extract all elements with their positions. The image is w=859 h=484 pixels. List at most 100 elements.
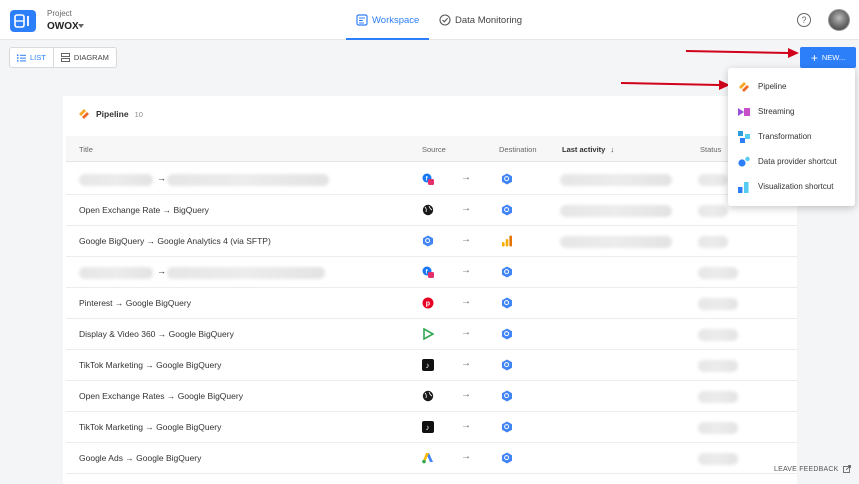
pipeline-title: Google BigQuery → Google Analytics 4 (vi… [79,236,271,246]
view-toggle: LIST DIAGRAM [9,47,117,68]
top-bar: Project OWOX Workspace Data Monitoring ? [0,0,859,40]
bigquery-icon [502,297,512,309]
pipeline-title: Open Exchange Rates → Google BigQuery [79,391,243,401]
arrow-right-icon: → [461,327,471,338]
bigquery-icon [502,328,512,340]
facebook-instagram-icon: f [422,266,434,278]
menu-item-data-provider-shortcut[interactable]: Data provider shortcut [728,149,855,174]
table-row[interactable]: Google BigQuery → Google Analytics 4 (vi… [66,226,797,257]
redacted-text [698,422,738,434]
menu-item-label: Pipeline [758,82,787,91]
bigquery-icon [502,204,512,216]
sort-down-icon: ↓ [610,145,615,154]
menu-item-label: Streaming [758,107,795,116]
table-row[interactable]: → f → [66,257,797,288]
google-ads-icon [422,453,433,464]
help-icon[interactable]: ? [797,13,811,27]
google-analytics-icon [502,235,512,247]
table-row[interactable]: TikTok Marketing → Google BigQuery ♪ → [66,350,797,381]
redacted-text [167,174,329,186]
column-source[interactable]: Source [422,145,446,154]
pipeline-title: Open Exchange Rate → BigQuery [79,205,209,215]
new-button[interactable]: + NEW... [800,47,856,68]
column-last-activity[interactable]: Last activity ↓ [562,145,614,154]
globe-icon [422,204,434,216]
arrow-right-icon: → [461,451,471,462]
new-button-label: NEW... [821,53,846,62]
tab-data-monitoring-label: Data Monitoring [455,14,523,26]
svg-text:♪: ♪ [426,423,430,432]
table-row[interactable]: Google Ads → Google BigQuery → [66,443,797,474]
pipeline-title: Display & Video 360 → Google BigQuery [79,329,234,339]
tab-data-monitoring[interactable]: Data Monitoring [439,0,522,40]
tab-workspace-label: Workspace [372,14,420,26]
card-header: Pipeline 10 [78,108,143,120]
bigquery-icon [502,452,512,464]
bigquery-icon [423,235,433,247]
pipeline-icon [79,109,89,119]
project-label: Project [47,9,72,18]
arrow-right-icon: → [461,389,471,400]
arrow-right-icon: → [461,172,471,183]
bigquery-icon [502,359,512,371]
new-item-dropdown: Pipeline Streaming Transformation Data p… [728,68,855,206]
arrow-right-icon: → [461,265,471,276]
redacted-text [560,174,672,186]
workspace-icon [356,14,368,26]
tiktok-icon: ♪ [422,359,434,371]
title-arrow: → [157,173,166,183]
table-row[interactable]: Open Exchange Rate → BigQuery → [66,195,797,226]
redacted-text [698,298,738,310]
table-row[interactable]: TikTok Marketing → Google BigQuery ♪ → [66,412,797,443]
redacted-text [698,267,738,279]
arrow-right-icon: → [461,358,471,369]
redacted-text [79,174,153,186]
pipeline-title: Pinterest → Google BigQuery [79,298,191,308]
menu-item-pipeline[interactable]: Pipeline [728,74,855,99]
external-link-icon [842,465,851,473]
pipeline-icon [739,81,749,92]
leave-feedback-link[interactable]: LEAVE FEEDBACK [774,465,851,473]
menu-item-streaming[interactable]: Streaming [728,99,855,124]
column-status[interactable]: Status [700,145,721,154]
redacted-text [698,453,738,465]
diagram-icon [60,53,70,62]
card-title: Pipeline [96,109,129,119]
table-row[interactable]: Pinterest → Google BigQuery p → [66,288,797,319]
visualization-icon [738,181,749,193]
user-avatar[interactable] [828,9,850,31]
column-title[interactable]: Title [79,145,93,154]
plus-icon: + [810,50,818,65]
table-row[interactable]: Display & Video 360 → Google BigQuery → [66,319,797,350]
card-count: 10 [134,109,143,119]
table-row[interactable]: → f → [66,164,797,195]
arrow-right-icon: → [461,203,471,214]
menu-item-visualization-shortcut[interactable]: Visualization shortcut [728,174,855,199]
chevron-down-icon[interactable] [78,24,84,28]
table-row[interactable]: Open Exchange Rates → Google BigQuery → [66,381,797,412]
diagram-view-button[interactable]: DIAGRAM [54,48,116,67]
svg-text:♪: ♪ [426,361,430,370]
diagram-view-label: DIAGRAM [73,53,109,62]
app-logo-icon[interactable] [10,10,36,32]
redacted-text [698,329,738,341]
redacted-text [698,360,738,372]
tab-workspace[interactable]: Workspace [345,0,430,40]
globe-icon [422,390,434,402]
redacted-text [698,391,738,403]
project-selector[interactable]: OWOX [47,21,79,32]
streaming-icon [738,107,750,116]
table-header: Title Source Destination Last activity ↓… [66,136,797,162]
list-view-button[interactable]: LIST [10,48,54,67]
monitoring-icon [439,14,451,26]
list-view-label: LIST [30,53,46,62]
redacted-text [698,236,728,248]
bigquery-icon [502,266,512,278]
redacted-text [698,174,728,186]
bigquery-icon [502,173,512,185]
menu-item-transformation[interactable]: Transformation [728,124,855,149]
menu-item-label: Data provider shortcut [758,157,837,166]
arrow-right-icon: → [461,420,471,431]
column-destination[interactable]: Destination [499,145,537,154]
leave-feedback-label: LEAVE FEEDBACK [774,465,839,473]
